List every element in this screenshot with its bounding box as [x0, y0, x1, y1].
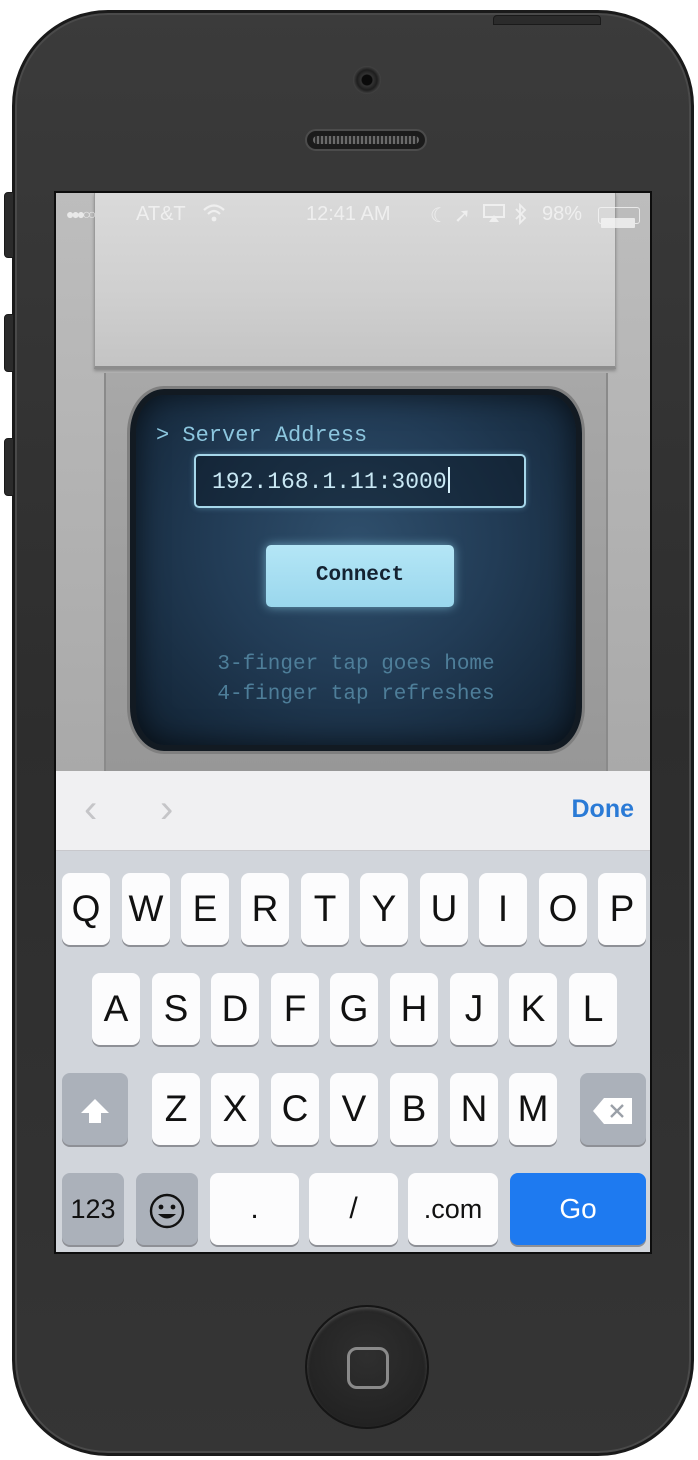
delete-key[interactable] — [580, 1073, 646, 1145]
hint-text-refresh: 4-finger tap refreshes — [217, 683, 495, 706]
bluetooth-icon — [514, 202, 528, 231]
emoji-key[interactable] — [136, 1173, 198, 1245]
key-i[interactable]: I — [479, 873, 527, 945]
key-p[interactable]: P — [598, 873, 646, 945]
shift-arrow-icon — [81, 1099, 109, 1124]
key-x[interactable]: X — [211, 1073, 259, 1145]
key-c[interactable]: C — [271, 1073, 319, 1145]
volume-up-button[interactable] — [4, 314, 14, 372]
key-b[interactable]: B — [390, 1073, 438, 1145]
text-caret — [447, 467, 450, 493]
sleep-wake-button[interactable] — [493, 15, 601, 25]
period-key[interactable]: . — [210, 1173, 299, 1245]
status-time: 12:41 AM — [306, 203, 391, 225]
key-q[interactable]: Q — [62, 873, 110, 945]
wifi-icon — [202, 203, 225, 222]
battery-level-fill — [601, 218, 635, 228]
key-u[interactable]: U — [420, 873, 468, 945]
crt-screen: > Server Address 192.168.1.11:3000 Conne… — [130, 389, 582, 751]
moon-icon: ☾ — [430, 205, 448, 227]
key-z[interactable]: Z — [152, 1073, 200, 1145]
dotcom-key[interactable]: .com — [408, 1173, 498, 1245]
volume-down-button[interactable] — [4, 438, 14, 496]
server-address-value: 192.168.1.11:3000 — [212, 469, 447, 495]
key-l[interactable]: L — [569, 973, 617, 1045]
emoji-icon — [149, 1194, 185, 1229]
next-field-icon[interactable]: › — [160, 789, 186, 833]
key-w[interactable]: W — [122, 873, 170, 945]
connect-button[interactable]: Connect — [266, 545, 454, 607]
key-n[interactable]: N — [450, 1073, 498, 1145]
shift-key[interactable] — [62, 1073, 128, 1145]
key-a[interactable]: A — [92, 973, 140, 1045]
key-g[interactable]: G — [330, 973, 378, 1045]
status-bar: ●●●○○ AT&T 12:41 AM ☾ ➚ 98% — [56, 193, 650, 235]
numbers-key[interactable]: 123 — [62, 1173, 124, 1245]
battery-percentage: 98% — [542, 203, 583, 225]
key-d[interactable]: D — [211, 973, 259, 1045]
go-key[interactable]: Go — [510, 1173, 646, 1245]
mute-switch[interactable] — [4, 192, 14, 258]
front-camera — [353, 66, 381, 94]
keyboard-accessory-bar: ‹ › Done — [56, 771, 650, 851]
key-s[interactable]: S — [152, 973, 200, 1045]
key-k[interactable]: K — [509, 973, 557, 1045]
earpiece-speaker — [305, 129, 427, 151]
key-t[interactable]: T — [301, 873, 349, 945]
key-e[interactable]: E — [181, 873, 229, 945]
home-square-icon — [347, 1347, 389, 1389]
key-f[interactable]: F — [271, 973, 319, 1045]
server-address-input[interactable]: 192.168.1.11:3000 — [194, 454, 526, 508]
app-view: > Server Address 192.168.1.11:3000 Conne… — [56, 193, 650, 771]
key-m[interactable]: M — [509, 1073, 557, 1145]
home-button[interactable] — [305, 1305, 429, 1429]
key-y[interactable]: Y — [360, 873, 408, 945]
backspace-icon — [593, 1098, 632, 1125]
signal-strength-icon: ●●●○○ — [66, 206, 96, 222]
slash-key[interactable]: / — [309, 1173, 398, 1245]
key-j[interactable]: J — [450, 973, 498, 1045]
airplay-icon — [482, 203, 506, 229]
hint-text-home: 3-finger tap goes home — [217, 653, 495, 676]
key-h[interactable]: H — [390, 973, 438, 1045]
phone-screen: > Server Address 192.168.1.11:3000 Conne… — [54, 191, 652, 1254]
previous-field-icon[interactable]: ‹ — [84, 789, 110, 833]
keyboard: Q W E R T Y U I O P A S D F G H J K L Z … — [56, 851, 650, 1252]
server-address-label: > Server Address — [156, 423, 368, 448]
battery-icon — [598, 207, 640, 228]
key-r[interactable]: R — [241, 873, 289, 945]
key-v[interactable]: V — [330, 1073, 378, 1145]
location-arrow-icon: ➚ — [454, 205, 471, 227]
key-o[interactable]: O — [539, 873, 587, 945]
done-button[interactable]: Done — [572, 795, 635, 824]
carrier-name: AT&T — [136, 203, 186, 225]
